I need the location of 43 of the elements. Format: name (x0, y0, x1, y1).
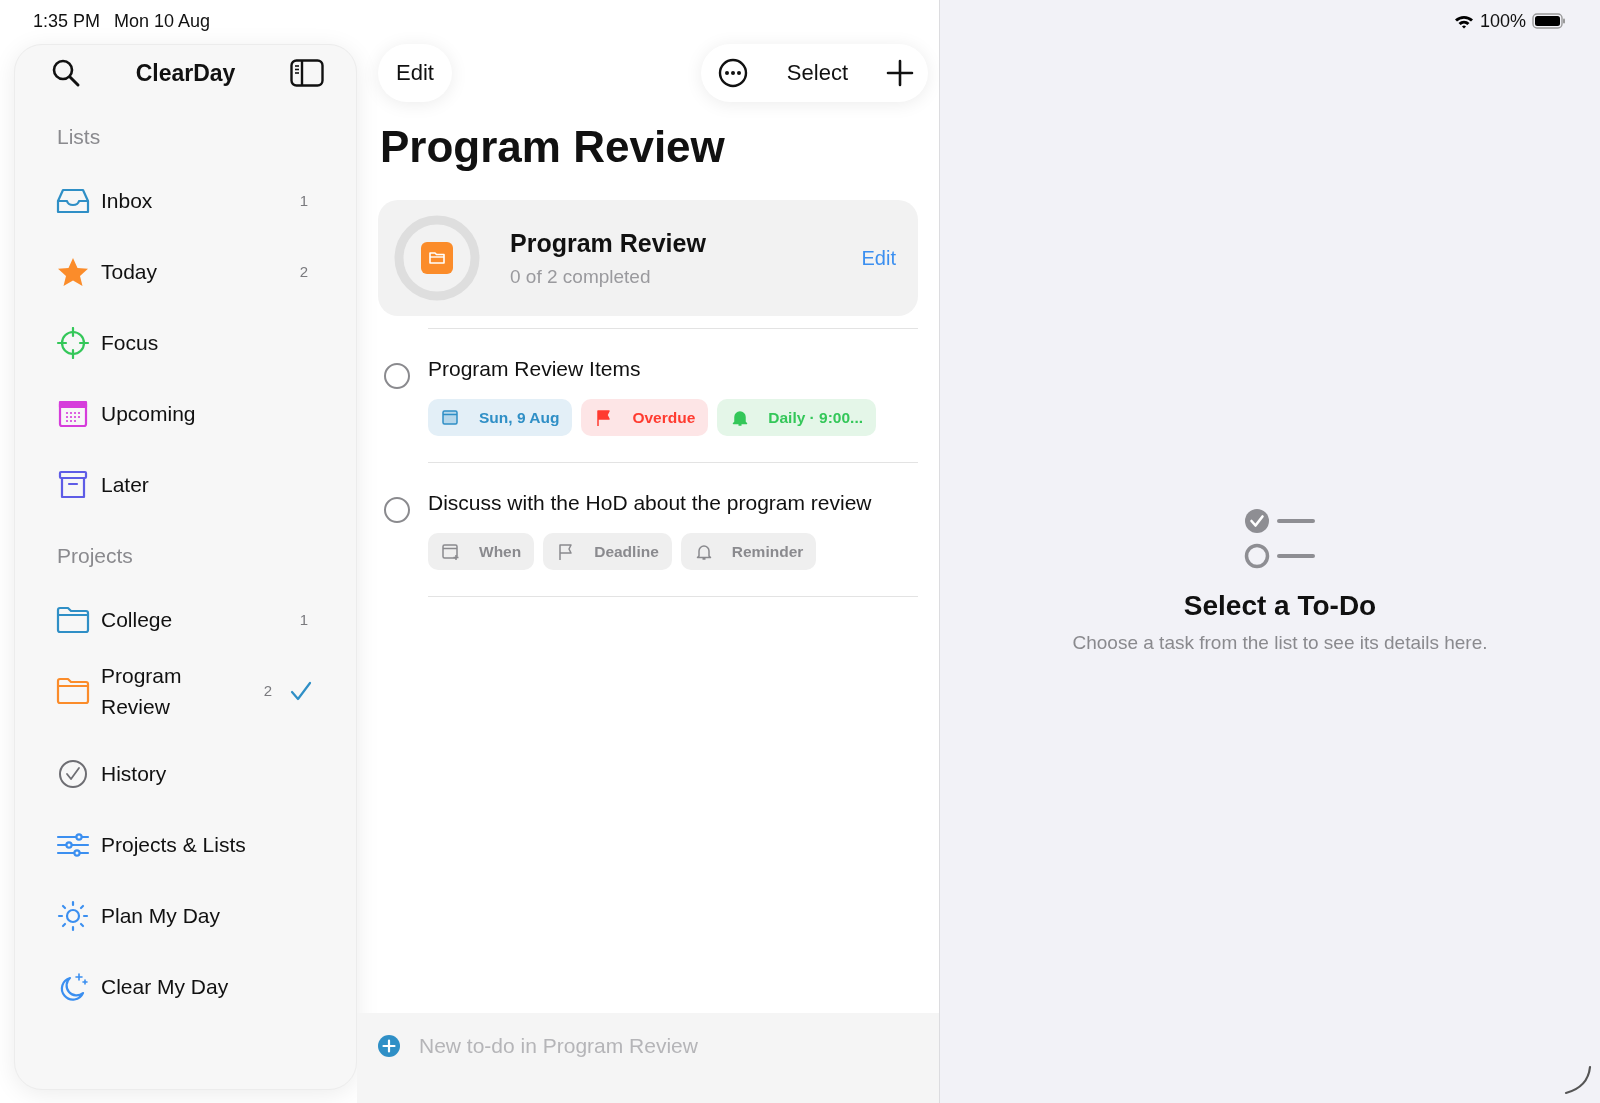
status-date: Mon 10 Aug (114, 10, 211, 32)
checklist-icon (1244, 508, 1316, 570)
empty-title: Select a To-Do (1183, 590, 1377, 622)
resize-handle-icon[interactable] (1562, 1065, 1592, 1095)
sidebar-item[interactable]: Clear My Day (55, 951, 316, 1022)
sidebar-toggle-icon[interactable] (290, 59, 324, 87)
progress-text: 0 of 2 completed (510, 265, 652, 288)
page-title: Program Review (380, 122, 726, 172)
crosshair-icon (55, 326, 91, 359)
folder-icon (421, 242, 453, 274)
search-icon[interactable] (51, 58, 81, 88)
task-checkbox[interactable] (384, 497, 410, 523)
add-icon (377, 1034, 401, 1058)
wifi-icon (1453, 13, 1474, 29)
calendar-icon (441, 408, 461, 427)
battery-icon (1532, 13, 1566, 29)
task-title: Discuss with the HoD about the program review (428, 491, 872, 515)
section-heading: Lists (57, 125, 102, 149)
checkmark-icon (290, 680, 312, 701)
app-title: ClearDay (135, 59, 236, 87)
sidebar-item[interactable]: Plan My Day (55, 880, 316, 951)
sidebar-item[interactable]: Inbox 1 (55, 165, 316, 236)
sidebar-item[interactable]: History (55, 738, 316, 809)
edit-button[interactable]: Edit (378, 44, 452, 102)
status-time: 1:35 PM (33, 10, 101, 32)
sidebar-item[interactable]: Later (55, 449, 316, 520)
calendar-icon (441, 542, 461, 561)
task-title: Program Review Items (428, 357, 642, 381)
battery-percent: 100% (1479, 10, 1526, 32)
sidebar-item[interactable]: Upcoming (55, 378, 316, 449)
sidebar-item[interactable]: Today 2 (55, 236, 316, 307)
sidebar-item[interactable]: Focus (55, 307, 316, 378)
task-checkbox[interactable] (384, 363, 410, 389)
empty-message: Choose a task from the list to see its details here. (1072, 632, 1488, 654)
project-title: Program Review (510, 228, 707, 258)
sun-icon (55, 899, 91, 932)
add-icon[interactable] (886, 59, 914, 87)
section-heading: Projects (57, 544, 134, 568)
more-icon[interactable] (716, 57, 749, 89)
select-button[interactable]: Select (786, 60, 848, 86)
sidebar-item[interactable]: College 1 (55, 584, 316, 655)
sidebar-item[interactable]: Program Review 2 (55, 655, 316, 726)
sidebar-item[interactable]: Projects & Lists (55, 809, 316, 880)
